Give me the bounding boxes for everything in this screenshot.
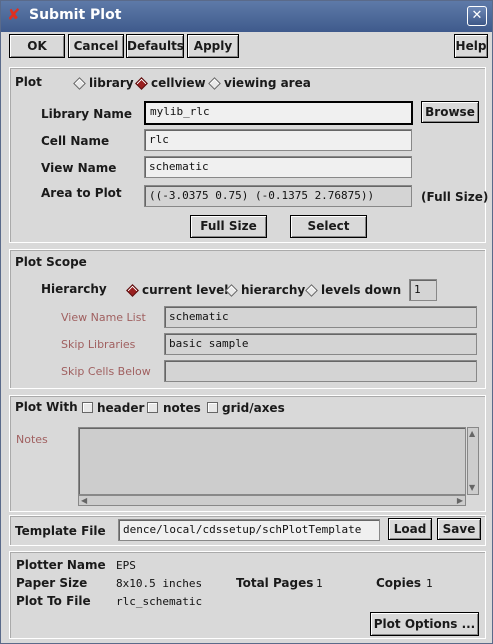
skip-cells-below-field[interactable] [164,360,477,382]
radio-hierarchy-label: hierarchy [241,283,306,297]
total-pages-label: Total Pages [236,576,314,590]
notes-label: Notes [16,433,48,446]
total-pages-value: 1 [316,577,323,590]
cell-name-field[interactable]: rlc [144,129,412,151]
cancel-button[interactable]: Cancel [68,34,124,58]
close-button[interactable]: ✕ [467,6,487,26]
notes-textarea[interactable] [78,427,466,495]
copies-label: Copies [376,576,422,590]
radio-levels-down-label: levels down [321,283,402,297]
radio-current-level-label: current level [142,283,229,297]
scroll-right-icon[interactable]: ▶ [457,497,463,505]
plot-section-label: Plot [15,75,42,89]
full-size-tag: (Full Size) [421,190,489,204]
window-title: Submit Plot [29,7,122,23]
notes-vertical-scrollbar[interactable]: ▲ ▼ [467,427,479,495]
template-file-label: Template File [15,524,106,538]
hierarchy-label: Hierarchy [41,282,107,296]
checkbox-grid-axes[interactable] [207,402,218,413]
load-button[interactable]: Load [388,518,432,540]
paper-size-label: Paper Size [16,576,88,590]
radio-cellview-label: cellview [151,76,206,90]
defaults-button[interactable]: Defaults [126,34,184,58]
save-button[interactable]: Save [437,518,481,540]
plotter-name-label: Plotter Name [16,558,106,572]
library-name-field[interactable]: mylib_rlc [144,101,413,125]
view-name-list-field[interactable]: schematic [164,306,477,328]
submit-plot-dialog: ✘ Submit Plot ✕ OK Cancel Defaults Apply… [0,0,493,644]
plot-to-file-value: rlc_schematic [116,595,203,608]
help-button[interactable]: Help [454,34,488,58]
area-to-plot-field: ((-3.0375 0.75) (-0.1375 2.76875)) [144,185,412,207]
apply-button[interactable]: Apply [187,34,239,58]
template-file-field[interactable]: dence/local/cdssetup/schPlotTemplate [118,519,380,541]
cell-name-label: Cell Name [41,134,110,148]
checkbox-grid-axes-label: grid/axes [222,401,285,415]
plot-with-label: Plot With [15,400,78,414]
checkbox-notes[interactable] [147,402,158,413]
levels-down-field[interactable]: 1 [409,279,437,301]
scroll-left-icon[interactable]: ◀ [81,497,87,505]
app-x-icon: ✘ [7,5,21,24]
scroll-down-icon[interactable]: ▼ [469,484,475,492]
library-name-label: Library Name [41,107,133,121]
plotter-name-value: EPS [116,559,136,572]
view-name-list-label: View Name List [61,311,146,324]
plot-options-button[interactable]: Plot Options ... [370,612,479,636]
copies-value: 1 [426,577,433,590]
title-bar: ✘ Submit Plot ✕ [1,1,492,32]
area-to-plot-label: Area to Plot [41,186,122,200]
view-name-label: View Name [41,161,117,175]
scroll-up-icon[interactable]: ▲ [469,430,475,438]
radio-library-label: library [89,76,134,90]
checkbox-notes-label: notes [163,401,201,415]
full-size-button[interactable]: Full Size [190,215,267,238]
paper-size-value: 8x10.5 inches [116,577,203,590]
view-name-field[interactable]: schematic [144,156,412,178]
notes-horizontal-scrollbar[interactable]: ◀ ▶ [78,495,466,506]
radio-viewing-area-label: viewing area [224,76,311,90]
ok-button[interactable]: OK [9,34,65,58]
checkbox-header-label: header [97,401,145,415]
skip-libraries-label: Skip Libraries [61,338,136,351]
browse-button[interactable]: Browse [421,101,479,123]
plot-scope-label: Plot Scope [15,255,87,269]
select-button[interactable]: Select [290,215,367,238]
plot-to-file-label: Plot To File [16,594,91,608]
skip-libraries-field[interactable]: basic sample [164,333,477,355]
checkbox-header[interactable] [82,402,93,413]
skip-cells-below-label: Skip Cells Below [61,365,151,378]
